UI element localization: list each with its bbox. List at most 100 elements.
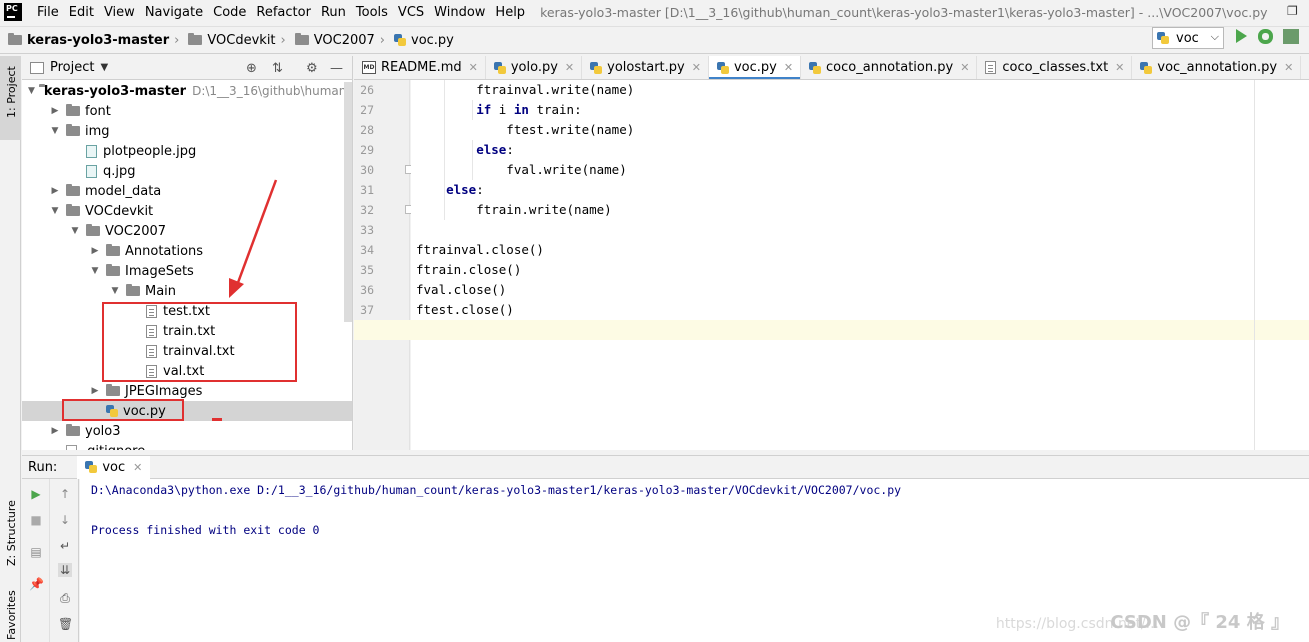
breadcrumb-vocdevkit[interactable]: VOCdevkit › <box>188 33 290 48</box>
folder-icon <box>86 224 100 236</box>
code-line: else: <box>446 182 484 197</box>
menu-run[interactable]: Run <box>316 5 351 20</box>
tree-item[interactable]: ▼ VOC2007 <box>22 221 352 241</box>
folder-icon <box>106 384 120 396</box>
menu-edit[interactable]: Edit <box>64 5 99 20</box>
folder-icon <box>8 33 22 45</box>
chevron-right-icon[interactable]: ▶ <box>48 106 62 116</box>
stop-icon[interactable]: ■ <box>29 513 43 527</box>
up-arrow-icon[interactable]: ↑ <box>58 487 72 501</box>
chevron-down-icon[interactable]: ▼ <box>28 86 35 96</box>
chevron-right-icon[interactable]: ▶ <box>48 426 62 436</box>
folder-icon <box>66 204 80 216</box>
project-view-selector[interactable]: Project <box>50 60 94 75</box>
close-icon[interactable]: ✕ <box>469 61 478 74</box>
down-arrow-icon[interactable]: ↓ <box>58 513 72 527</box>
trash-icon[interactable]: 🗑 <box>58 617 73 631</box>
chevron-down-icon[interactable]: ▼ <box>100 62 108 73</box>
breadcrumb-file[interactable]: voc.py <box>394 33 454 48</box>
editor-tab[interactable]: yolostart.py ✕ <box>582 56 709 79</box>
watermark: CSDN @『 24 格 』 <box>1110 612 1289 633</box>
chevron-right-icon[interactable]: ▶ <box>88 246 102 256</box>
chevron-down-icon[interactable]: ▼ <box>48 206 62 216</box>
breadcrumb-voc2007[interactable]: VOC2007 › <box>294 33 390 48</box>
chevron-down-icon[interactable]: ▼ <box>68 226 82 236</box>
chevron-down-icon[interactable]: ▼ <box>108 286 122 296</box>
tree-item[interactable]: ▶ Annotations <box>22 241 352 261</box>
tree-item[interactable]: ▼ Main <box>22 281 352 301</box>
tree-item[interactable]: ▶ JPEGImages <box>22 381 352 401</box>
run-with-coverage-button[interactable] <box>1283 29 1299 44</box>
restore-layout-icon[interactable]: ▤ <box>29 545 43 559</box>
annotation-box-voc-py <box>62 399 184 421</box>
editor-tab[interactable]: model.py✕ <box>1301 56 1309 79</box>
tree-item[interactable]: ▼ ImageSets <box>22 261 352 281</box>
menu-vcs[interactable]: VCS <box>393 5 429 20</box>
menu-file[interactable]: File <box>32 5 64 20</box>
tool-tab-structure[interactable]: Z: Structure <box>0 486 21 576</box>
editor-tab-bar: MD README.md ✕ yolo.py ✕ yolostart.py ✕ voc.py ✕… <box>354 56 1309 80</box>
editor-tab[interactable]: voc.py ✕ <box>708 56 802 79</box>
tool-tab-favorites[interactable]: Favorites <box>0 586 21 642</box>
menu-help[interactable]: Help <box>490 5 530 20</box>
window-title: keras-yolo3-master [D:\1__3_16\github\hu… <box>540 4 1268 20</box>
rerun-icon[interactable]: ▶ <box>29 487 43 501</box>
menu-tools[interactable]: Tools <box>351 5 393 20</box>
line-number: 37 <box>360 303 374 317</box>
editor-tab[interactable]: coco_classes.txt ✕ <box>977 56 1133 79</box>
close-icon[interactable]: ✕ <box>565 61 574 74</box>
project-tool-window: Project ▼ ⊕ ⇅ ⚙ — ▼ keras-yolo3-master D:\… <box>22 56 353 450</box>
editor-tab-label: coco_annotation.py <box>826 60 954 75</box>
menu-window[interactable]: Window <box>429 5 490 20</box>
close-icon[interactable]: ✕ <box>133 461 142 474</box>
chevron-down-icon[interactable]: ▼ <box>48 126 62 136</box>
project-scrollbar[interactable] <box>344 82 352 322</box>
tree-item[interactable]: ▶ font <box>22 101 352 121</box>
chevron-down-icon[interactable]: ▼ <box>88 266 102 276</box>
close-icon[interactable]: ✕ <box>1115 61 1124 74</box>
run-button[interactable] <box>1236 29 1247 43</box>
debug-button[interactable] <box>1258 29 1273 44</box>
tree-item[interactable]: ▼ img <box>22 121 352 141</box>
breadcrumb-project[interactable]: keras-yolo3-master › <box>8 33 184 48</box>
gear-icon[interactable]: ⚙ <box>306 61 318 76</box>
soft-wrap-icon[interactable]: ↵ <box>58 539 72 553</box>
close-icon[interactable]: ✕ <box>784 61 793 74</box>
folder-icon <box>106 264 120 276</box>
editor-tab[interactable]: coco_annotation.py ✕ <box>801 56 978 79</box>
menu-refactor[interactable]: Refactor <box>251 5 316 20</box>
tree-item[interactable]: plotpeople.jpg <box>22 141 352 161</box>
run-configuration-select[interactable]: voc ⌵ <box>1152 27 1224 49</box>
folder-icon <box>66 424 80 436</box>
editor-tab[interactable]: voc_annotation.py ✕ <box>1132 56 1302 79</box>
close-icon[interactable]: ✕ <box>692 61 701 74</box>
editor-tab[interactable]: MD README.md ✕ <box>354 56 486 79</box>
collapse-all-icon[interactable]: ⇅ <box>272 61 283 76</box>
restore-window-icon[interactable]: ❐ <box>1287 4 1301 18</box>
menu-view[interactable]: View <box>99 5 140 20</box>
line-number: 30 <box>360 163 374 177</box>
tree-item[interactable]: ▶ model_data <box>22 181 352 201</box>
tree-item[interactable]: .gitignore <box>22 441 352 450</box>
navigation-bar: keras-yolo3-master › VOCdevkit › VOC2007 › … <box>0 26 1309 54</box>
tree-item[interactable]: ▼ VOCdevkit <box>22 201 352 221</box>
folder-icon <box>294 33 309 45</box>
close-icon[interactable]: ✕ <box>1284 61 1293 74</box>
tree-item[interactable]: ▶ yolo3 <box>22 421 352 441</box>
chevron-right-icon[interactable]: ▶ <box>48 186 62 196</box>
left-tool-strip: 1: Project Z: Structure Favorites <box>0 56 21 642</box>
menu-navigate[interactable]: Navigate <box>140 5 208 20</box>
editor-tab[interactable]: yolo.py ✕ <box>486 56 583 79</box>
pin-tab-icon[interactable]: 📌 <box>29 577 44 591</box>
run-tab-voc[interactable]: voc ✕ <box>77 455 151 479</box>
tree-item[interactable]: ▼ keras-yolo3-master D:\1__3_16\github\hum… <box>22 81 352 101</box>
scroll-to-end-icon[interactable]: ⇊ <box>58 563 72 577</box>
hide-panel-icon[interactable]: — <box>330 61 343 76</box>
tool-tab-project[interactable]: 1: Project <box>0 56 21 140</box>
menu-code[interactable]: Code <box>208 5 251 20</box>
tree-item[interactable]: q.jpg <box>22 161 352 181</box>
print-icon[interactable]: ⎙ <box>58 591 72 605</box>
locate-target-icon[interactable]: ⊕ <box>246 61 257 76</box>
close-icon[interactable]: ✕ <box>960 61 969 74</box>
chevron-right-icon[interactable]: ▶ <box>88 386 102 396</box>
